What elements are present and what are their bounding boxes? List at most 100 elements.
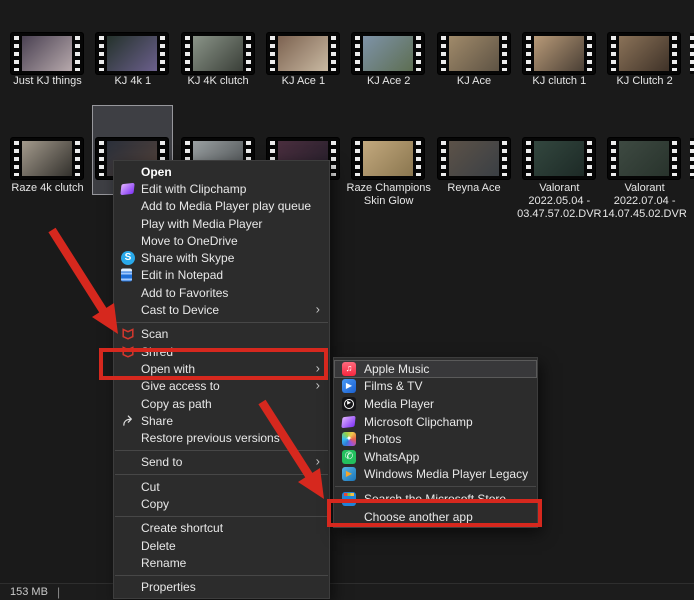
menu-item-add-to-media-player-play-queue[interactable]: Add to Media Player play queue xyxy=(114,198,329,215)
submenu-chevron-icon: › xyxy=(316,302,320,315)
filmstrip-thumbnail xyxy=(267,33,339,74)
menu-item-label: Copy xyxy=(141,497,169,511)
menu-separator xyxy=(115,474,328,475)
filmstrip-thumbnail xyxy=(608,138,680,179)
file-label: KJ clutch 1 xyxy=(513,75,606,88)
annotation-box-open-with xyxy=(99,348,328,380)
menu-item-delete[interactable]: Delete xyxy=(114,537,329,554)
menu-item-label: Photos xyxy=(364,432,401,446)
photos-icon: ✦ xyxy=(342,432,356,446)
menu-item-move-to-onedrive[interactable]: Move to OneDrive xyxy=(114,232,329,249)
wmp-legacy-icon: ▶ xyxy=(342,467,356,481)
menu-item-rename[interactable]: Rename xyxy=(114,554,329,571)
whatsapp-icon: ✆ xyxy=(342,450,356,464)
status-bar: 153 MB | xyxy=(0,583,694,600)
filmstrip-thumbnail xyxy=(523,138,595,179)
menu-item-edit-with-clipchamp[interactable]: Edit with Clipchamp xyxy=(114,180,329,197)
file-label: KJ 4k 1 xyxy=(86,75,179,88)
menu-separator xyxy=(115,516,328,517)
clipped-filmstrip-thumbnail xyxy=(690,138,694,179)
menu-item-open[interactable]: Open xyxy=(114,163,329,180)
filmstrip-thumbnail xyxy=(438,33,510,74)
file-label: KJ Ace xyxy=(428,75,521,88)
menu-item-create-shortcut[interactable]: Create shortcut xyxy=(114,520,329,537)
menu-item-label: Add to Favorites xyxy=(141,286,228,300)
filmstrip-thumbnail xyxy=(352,33,424,74)
submenu-item-apple-music[interactable]: ♫Apple Music xyxy=(334,360,537,378)
menu-item-send-to[interactable]: Send to› xyxy=(114,454,329,471)
annotation-box-choose-another-app xyxy=(327,499,542,527)
menu-item-label: Delete xyxy=(141,539,176,553)
films-tv-icon: ▶ xyxy=(342,379,356,393)
menu-item-label: Move to OneDrive xyxy=(141,234,238,248)
notepad-icon xyxy=(121,269,132,282)
menu-item-play-with-media-player[interactable]: Play with Media Player xyxy=(114,215,329,232)
menu-item-copy-as-path[interactable]: Copy as path xyxy=(114,395,329,412)
menu-item-label: Share with Skype xyxy=(141,251,234,265)
filmstrip-thumbnail xyxy=(11,138,83,179)
file-label: KJ Clutch 2 xyxy=(598,75,691,88)
menu-item-give-access-to[interactable]: Give access to › xyxy=(114,378,329,395)
status-divider: | xyxy=(57,585,60,599)
file-label: Raze 4k clutch xyxy=(1,182,94,195)
file-label: KJ Ace 2 xyxy=(342,75,435,88)
menu-item-label: Films & TV xyxy=(364,379,422,393)
submenu-chevron-icon: › xyxy=(316,379,320,392)
submenu-item-whatsapp[interactable]: ✆ WhatsApp xyxy=(334,448,537,466)
menu-item-label: Microsoft Clipchamp xyxy=(364,415,473,429)
menu-item-label: Give access to xyxy=(141,379,220,393)
menu-item-restore-previous-versions[interactable]: Restore previous versions xyxy=(114,429,329,446)
menu-item-label: Windows Media Player Legacy xyxy=(364,467,528,481)
submenu-item-windows-media-player-legacy[interactable]: ▶ Windows Media Player Legacy xyxy=(334,466,537,484)
skype-icon: S xyxy=(121,251,135,265)
menu-item-scan[interactable]: Scan xyxy=(114,326,329,343)
menu-item-label: Send to xyxy=(141,455,182,469)
menu-item-cut[interactable]: Cut xyxy=(114,478,329,495)
menu-separator xyxy=(335,486,536,487)
file-label: Raze Champions Skin Glow xyxy=(342,182,435,208)
file-label: Valorant 2022.07.04 - 14.07.45.02.DVR xyxy=(598,182,691,221)
menu-item-add-to-favorites[interactable]: Add to Favorites xyxy=(114,284,329,301)
mcafee-scan-icon xyxy=(121,327,135,341)
menu-item-label: Edit with Clipchamp xyxy=(141,182,246,196)
menu-item-cast-to-device[interactable]: Cast to Device › xyxy=(114,301,329,318)
menu-item-label: Add to Media Player play queue xyxy=(141,199,311,213)
filmstrip-thumbnail xyxy=(438,138,510,179)
file-explorer-window: Just KJ thingsKJ 4k 1KJ 4K clutchKJ Ace … xyxy=(0,0,694,600)
menu-item-label: Play with Media Player xyxy=(141,217,262,231)
file-label: Just KJ things xyxy=(1,75,94,88)
menu-item-label: Share xyxy=(141,414,173,428)
share-icon xyxy=(121,414,135,428)
clipchamp-icon xyxy=(341,415,355,427)
menu-item-label: WhatsApp xyxy=(364,450,419,464)
status-size-text: 153 MB xyxy=(10,586,48,598)
clipped-filmstrip-thumbnail xyxy=(690,33,694,74)
menu-separator xyxy=(115,322,328,323)
menu-item-label: Scan xyxy=(141,327,168,341)
menu-item-share[interactable]: Share xyxy=(114,412,329,429)
submenu-item-media-player[interactable]: ▶Media Player xyxy=(334,395,537,413)
menu-item-properties[interactable]: Properties xyxy=(114,579,329,596)
apple-music-icon: ♫ xyxy=(342,362,356,376)
menu-item-edit-in-notepad[interactable]: Edit in Notepad xyxy=(114,267,329,284)
menu-item-label: Cut xyxy=(141,480,160,494)
submenu-item-photos[interactable]: ✦ Photos xyxy=(334,430,537,448)
menu-item-share-with-skype[interactable]: S Share with Skype xyxy=(114,249,329,266)
file-label: KJ Ace 1 xyxy=(257,75,350,88)
menu-item-label: Open xyxy=(141,165,172,179)
filmstrip-thumbnail xyxy=(96,33,168,74)
filmstrip-thumbnail xyxy=(523,33,595,74)
menu-item-label: Copy as path xyxy=(141,397,212,411)
submenu-item-microsoft-clipchamp[interactable]: Microsoft Clipchamp xyxy=(334,413,537,431)
file-label: Reyna Ace xyxy=(428,182,521,195)
menu-item-label: Restore previous versions xyxy=(141,431,280,445)
menu-item-copy[interactable]: Copy xyxy=(114,495,329,512)
filmstrip-thumbnail xyxy=(608,33,680,74)
submenu-item-films-tv[interactable]: ▶ Films & TV xyxy=(334,378,537,396)
file-label: Valorant 2022.05.04 - 03.47.57.02.DVR xyxy=(513,182,606,221)
menu-item-label: Cast to Device xyxy=(141,303,219,317)
menu-item-label: Rename xyxy=(141,556,186,570)
menu-separator xyxy=(115,450,328,451)
menu-item-label: Edit in Notepad xyxy=(141,268,223,282)
menu-item-label: Create shortcut xyxy=(141,521,223,535)
